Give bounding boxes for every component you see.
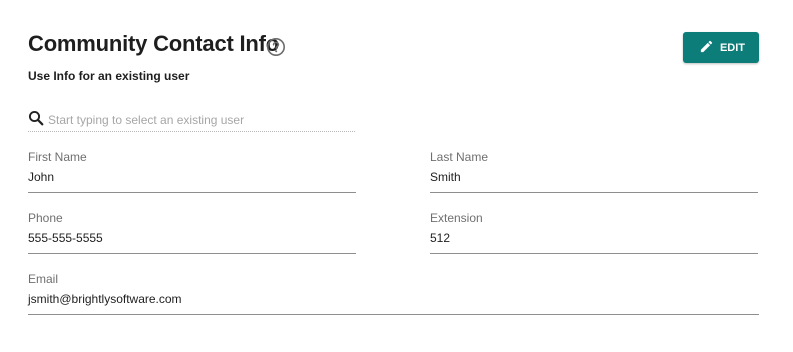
last-name-value[interactable]: Smith — [430, 170, 461, 184]
search-input[interactable] — [48, 113, 338, 127]
email-value[interactable]: jsmith@brightlysoftware.com — [28, 292, 182, 306]
search-icon — [28, 110, 44, 131]
phone-label: Phone — [28, 211, 63, 225]
first-name-label: First Name — [28, 150, 87, 164]
extension-field[interactable]: Extension 512 — [430, 211, 758, 254]
page-title: Community Contact Info — [28, 31, 280, 56]
first-name-value[interactable]: John — [28, 170, 54, 184]
pencil-icon — [699, 39, 714, 57]
help-circle-icon[interactable] — [266, 37, 286, 57]
subtitle: Use Info for an existing user — [28, 69, 190, 83]
first-name-field[interactable]: First Name John — [28, 150, 356, 193]
edit-button-label: EDIT — [719, 41, 746, 54]
last-name-field[interactable]: Last Name Smith — [430, 150, 758, 193]
extension-value[interactable]: 512 — [430, 231, 450, 245]
extension-label: Extension — [430, 211, 483, 225]
edit-button[interactable]: EDIT — [683, 32, 759, 63]
phone-field[interactable]: Phone 555-555-5555 — [28, 211, 356, 254]
user-search — [28, 109, 355, 132]
phone-value[interactable]: 555-555-5555 — [28, 231, 103, 245]
last-name-label: Last Name — [430, 150, 489, 164]
email-label: Email — [28, 272, 59, 286]
email-field[interactable]: Email jsmith@brightlysoftware.com — [28, 272, 759, 315]
